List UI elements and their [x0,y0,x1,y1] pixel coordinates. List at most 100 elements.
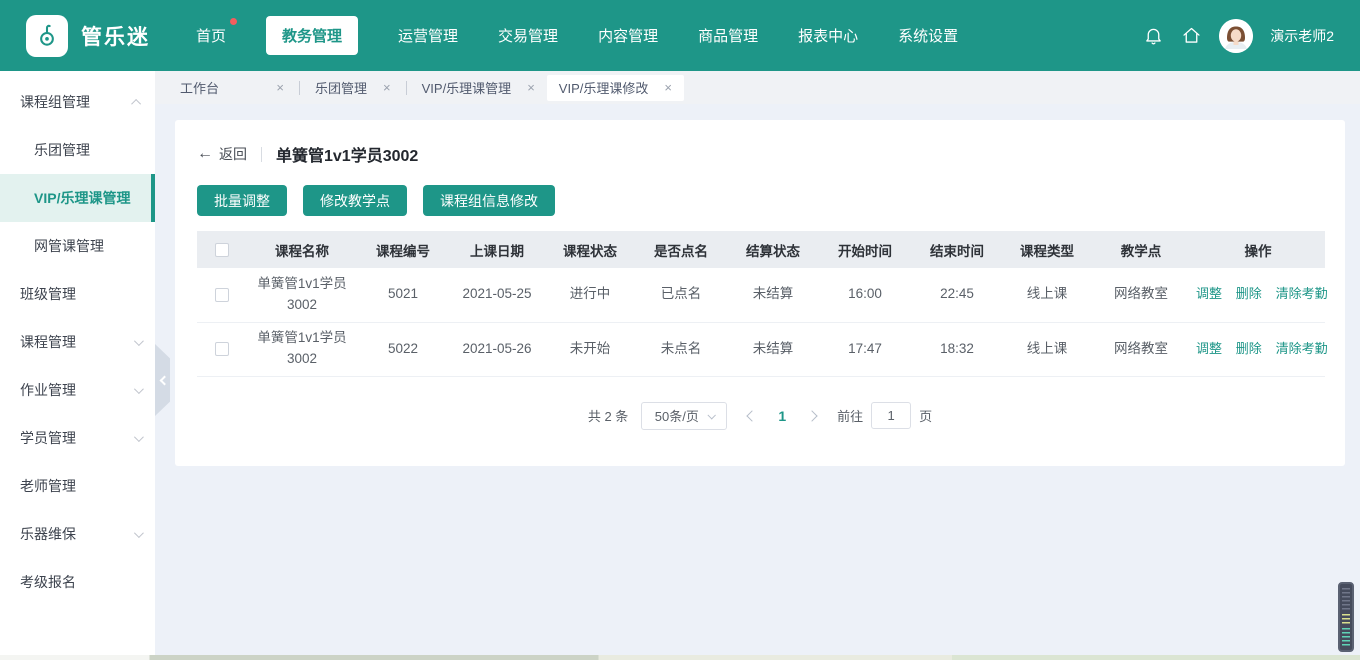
brand-name: 管乐迷 [81,21,150,51]
nav-item-content[interactable]: 内容管理 [598,25,658,46]
table-header-row: 课程名称 课程编号 上课日期 课程状态 是否点名 结算状态 开始时间 结束时间 … [197,231,1325,268]
cell-course-code: 5021 [357,268,449,322]
page-header: 返回 单簧管1v1学员3002 [197,142,1323,166]
action-buttons: 批量调整 修改教学点 课程组信息修改 [197,185,1323,216]
sidebar-item-course-group-mgmt[interactable]: 课程组管理 [0,78,155,126]
nav-item-reports[interactable]: 报表中心 [798,25,858,46]
chevron-down-icon [134,432,144,442]
adjust-link[interactable]: 调整 [1196,286,1222,301]
col-settlement: 结算状态 [727,231,819,268]
pagination-total: 共 2 条 [588,406,628,425]
tab-vip-course-mgmt[interactable]: VIP/乐理课管理 [410,75,547,101]
col-course-name: 课程名称 [247,231,357,268]
sidebar-item-instrument-maintenance[interactable]: 乐器维保 [0,510,155,558]
nav-item-transactions[interactable]: 交易管理 [498,25,558,46]
tab-vip-course-edit[interactable]: VIP/乐理课修改 [547,75,684,101]
clear-attendance-link[interactable]: 清除考勤 [1276,286,1328,301]
clear-attendance-link[interactable]: 清除考勤 [1276,341,1328,356]
back-button[interactable]: 返回 [197,144,247,164]
tab-divider [406,81,407,95]
cell-venue: 网络教室 [1091,322,1191,376]
nav-item-academic[interactable]: 教务管理 [266,16,358,55]
sidebar-item-vip-course-mgmt[interactable]: VIP/乐理课管理 [0,174,155,222]
sidebar-item-teacher-mgmt[interactable]: 老师管理 [0,462,155,510]
main-content: 返回 单簧管1v1学员3002 批量调整 修改教学点 课程组信息修改 课程名称 … [155,104,1360,660]
sidebar-item-homework-mgmt[interactable]: 作业管理 [0,366,155,414]
chevron-up-icon [131,98,141,108]
tab-orchestra-mgmt[interactable]: 乐团管理 [303,75,403,101]
top-navbar: 管乐迷 首页 教务管理 运营管理 交易管理 内容管理 商品管理 报表中心 系统设… [0,0,1360,71]
goto-label: 前往 [837,406,863,425]
goto-page-input[interactable] [871,402,911,429]
content-card: 返回 单簧管1v1学员3002 批量调整 修改教学点 课程组信息修改 课程名称 … [175,120,1345,466]
open-tabs-bar: 工作台 乐团管理 VIP/乐理课管理 VIP/乐理课修改 [155,71,1360,104]
cell-class-date: 2021-05-26 [449,322,545,376]
cell-rollcall: 未点名 [635,322,727,376]
delete-link[interactable]: 删除 [1236,286,1262,301]
cell-start-time: 17:47 [819,322,911,376]
brand[interactable]: 管乐迷 [26,15,184,57]
avatar[interactable] [1219,19,1253,53]
cell-course-code: 5022 [357,322,449,376]
cell-course-name: 单簧管1v1学员3002 [253,274,351,316]
table-row: 单簧管1v1学员3002 5021 2021-05-25 进行中 已点名 未结算… [197,268,1325,322]
close-icon[interactable] [276,81,284,94]
batch-adjust-button[interactable]: 批量调整 [197,185,287,216]
user-name[interactable]: 演示老师2 [1270,26,1334,46]
sidebar-item-student-mgmt[interactable]: 学员管理 [0,414,155,462]
sidebar-item-orchestra-mgmt[interactable]: 乐团管理 [0,126,155,174]
select-all-checkbox[interactable] [215,243,229,257]
tab-workbench[interactable]: 工作台 [168,75,296,101]
close-icon[interactable] [527,81,535,94]
back-arrow-icon [197,146,213,162]
pagination: 共 2 条 50条/页 1 前往 页 [197,402,1323,430]
col-course-code: 课程编号 [357,231,449,268]
col-end-time: 结束时间 [911,231,1003,268]
col-start-time: 开始时间 [819,231,911,268]
mini-widget-stripes-yellow [1342,614,1350,626]
sidebar-item-exam-registration[interactable]: 考级报名 [0,558,155,606]
change-venue-button[interactable]: 修改教学点 [303,185,407,216]
chevron-down-icon [134,336,144,346]
nav-item-products[interactable]: 商品管理 [698,25,758,46]
edit-course-group-info-button[interactable]: 课程组信息修改 [423,185,555,216]
notification-dot-icon [230,18,237,25]
nav-item-operations[interactable]: 运营管理 [398,25,458,46]
next-page-icon[interactable] [806,410,817,421]
row-checkbox[interactable] [215,342,229,356]
header-divider [261,147,262,162]
nav-item-settings[interactable]: 系统设置 [898,25,958,46]
chevron-down-icon [134,528,144,538]
tab-divider [299,81,300,95]
navbar-right: 演示老师2 [1143,19,1334,53]
sidebar-item-online-course-mgmt[interactable]: 网管课管理 [0,222,155,270]
prev-page-icon[interactable] [747,410,758,421]
row-checkbox[interactable] [215,288,229,302]
page-size-select[interactable]: 50条/页 [641,402,727,430]
cell-course-type: 线上课 [1003,322,1091,376]
cell-course-status: 进行中 [545,268,635,322]
chevron-down-icon [134,384,144,394]
sidebar-item-class-mgmt[interactable]: 班级管理 [0,270,155,318]
adjust-link[interactable]: 调整 [1196,341,1222,356]
cell-course-type: 线上课 [1003,268,1091,322]
mini-widget-stripes-dark [1342,588,1350,612]
main-nav: 首页 教务管理 运营管理 交易管理 内容管理 商品管理 报表中心 系统设置 [196,16,958,55]
course-table: 课程名称 课程编号 上课日期 课程状态 是否点名 结算状态 开始时间 结束时间 … [197,231,1325,377]
delete-link[interactable]: 删除 [1236,341,1262,356]
home-icon[interactable] [1181,25,1202,46]
close-icon[interactable] [383,81,391,94]
page-title: 单簧管1v1学员3002 [276,142,418,166]
horizontal-scrollbar[interactable] [0,655,1360,660]
cell-course-name: 单簧管1v1学员3002 [253,328,351,370]
bell-icon[interactable] [1143,25,1164,46]
close-icon[interactable] [664,81,672,94]
cell-course-status: 未开始 [545,322,635,376]
sidebar-item-course-mgmt[interactable]: 课程管理 [0,318,155,366]
nav-item-home[interactable]: 首页 [196,25,226,46]
current-page[interactable]: 1 [778,408,786,424]
mini-scrollbar-widget[interactable] [1338,582,1354,652]
cell-settlement: 未结算 [727,322,819,376]
cell-end-time: 18:32 [911,322,1003,376]
col-rollcall: 是否点名 [635,231,727,268]
